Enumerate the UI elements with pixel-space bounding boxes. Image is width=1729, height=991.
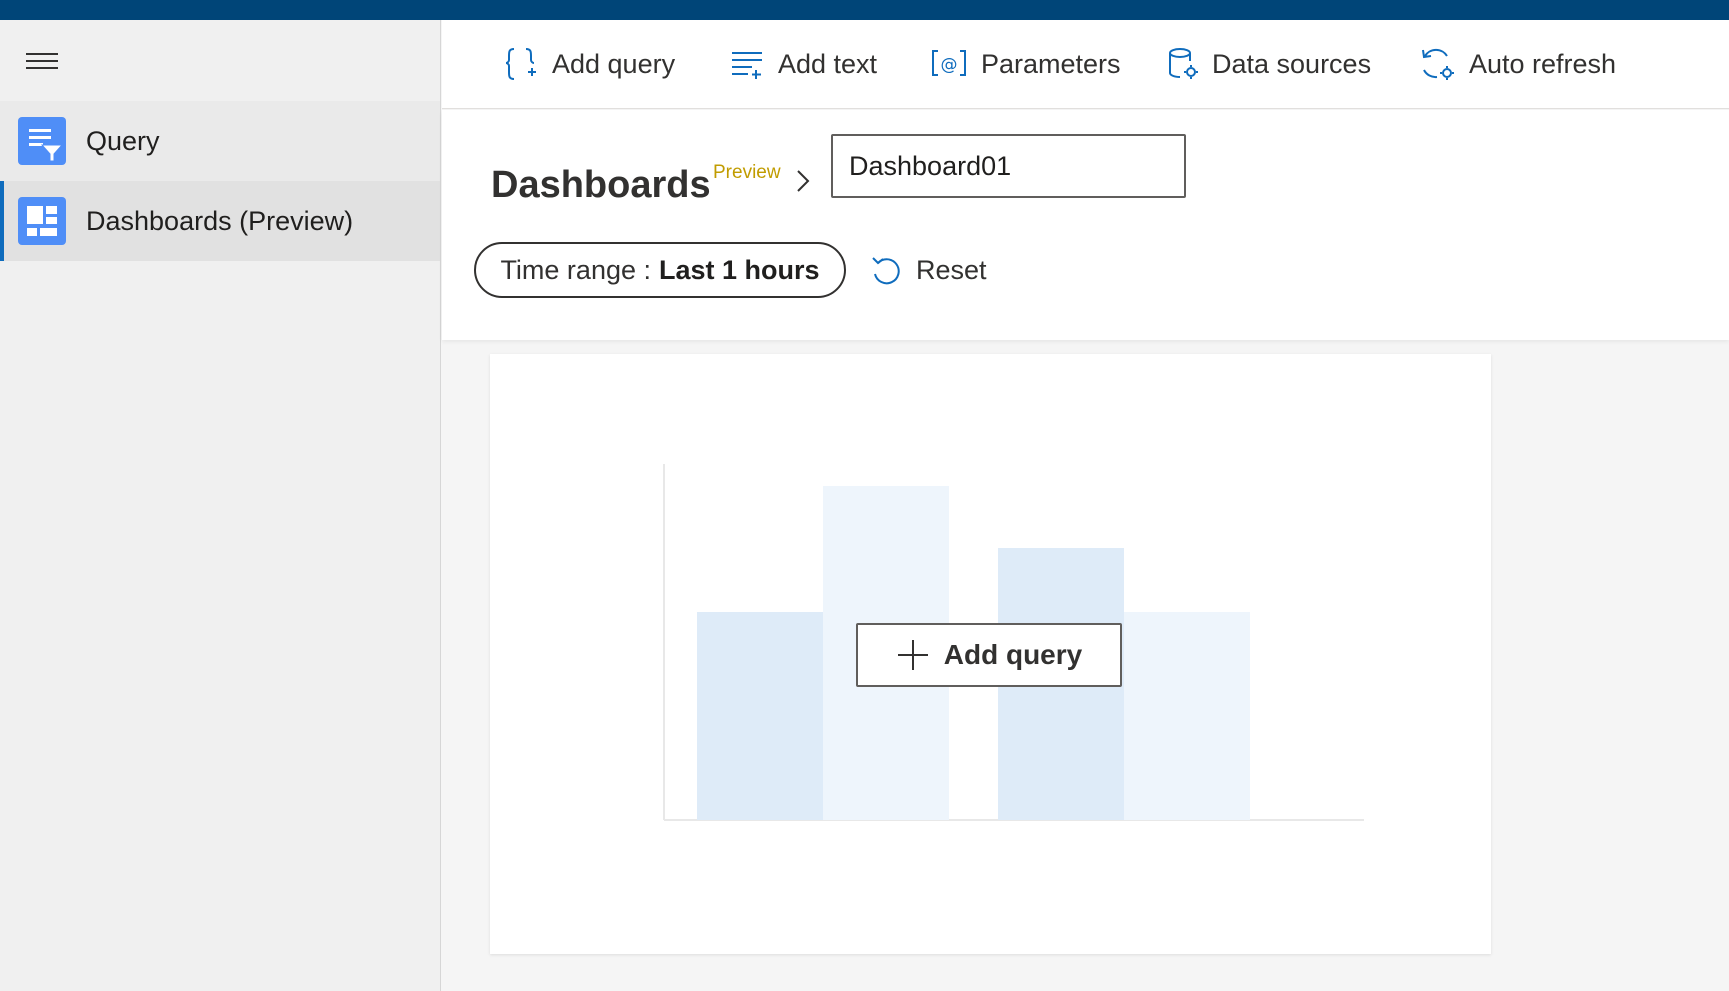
parameters-label: Parameters [981, 48, 1121, 79]
toolbar: Add query Add text @ Parameters Data sou… [442, 20, 1729, 109]
parameters-icon: @ [932, 50, 966, 76]
add-query-canvas-button[interactable]: Add query [856, 623, 1122, 687]
sidebar-item-label: Query [86, 125, 160, 156]
reset-button[interactable]: Reset [870, 246, 987, 294]
svg-text:@: @ [941, 55, 958, 75]
dashboard-canvas-card: Add query [490, 354, 1491, 954]
reset-label: Reset [916, 254, 987, 285]
chevron-right-icon [797, 170, 810, 192]
parameters-button[interactable]: @ Parameters [931, 44, 1121, 84]
data-sources-label: Data sources [1212, 48, 1372, 79]
data-sources-button[interactable]: Data sources [1168, 44, 1371, 84]
preview-badge: Preview [713, 162, 781, 183]
sidebar-item-query[interactable]: Query [0, 101, 440, 181]
dashboard-name-input[interactable] [831, 134, 1186, 198]
refresh-settings-icon [1422, 49, 1454, 80]
dashboard-icon [18, 197, 66, 245]
breadcrumb-dashboards[interactable]: Dashboards [491, 164, 711, 207]
database-settings-icon [1169, 48, 1198, 79]
auto-refresh-button[interactable]: Auto refresh [1419, 44, 1616, 84]
undo-icon [872, 257, 900, 285]
braces-add-icon [505, 48, 536, 80]
plus-icon [897, 640, 928, 670]
add-text-label: Add text [778, 48, 878, 79]
time-range-label: Time range : [500, 254, 651, 285]
time-range-filter[interactable]: Time range : Last 1 hours [474, 242, 846, 298]
add-query-label: Add query [552, 48, 676, 79]
top-accent-bar [0, 0, 1729, 20]
auto-refresh-label: Auto refresh [1469, 48, 1617, 79]
dashboard-header: Dashboards Preview Time range : Last 1 h… [442, 110, 1729, 340]
sidebar: Query Dashboards (Preview) [0, 20, 441, 991]
hamburger-menu-icon[interactable] [26, 50, 58, 72]
main-area: Add query Add text @ Parameters Data sou… [442, 20, 1729, 991]
add-query-canvas-label: Add query [943, 639, 1083, 670]
sidebar-item-label: Dashboards (Preview) [86, 205, 354, 236]
add-text-button[interactable]: Add text [730, 44, 877, 84]
query-filter-icon [18, 117, 66, 165]
sidebar-item-dashboards[interactable]: Dashboards (Preview) [0, 181, 440, 261]
time-range-value: Last 1 hours [659, 254, 820, 285]
add-query-button[interactable]: Add query [504, 44, 675, 84]
add-text-icon [732, 52, 762, 79]
